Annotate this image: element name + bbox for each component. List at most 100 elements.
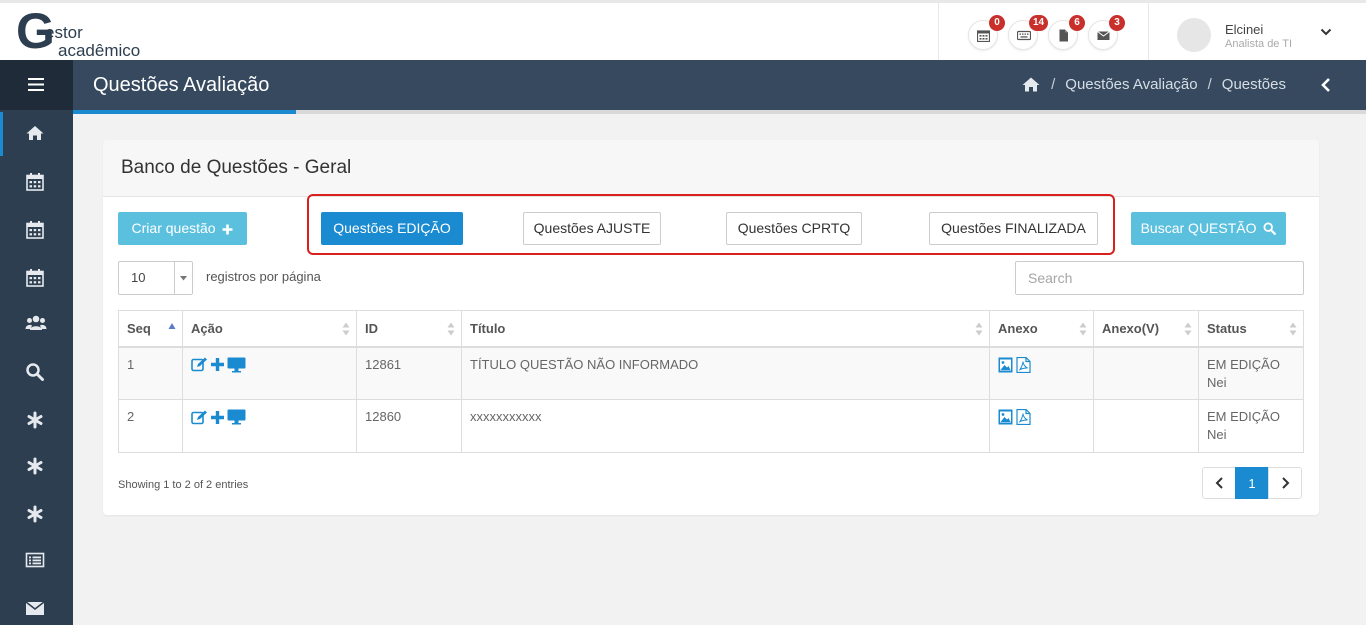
chevron-down-icon[interactable] bbox=[1320, 27, 1332, 37]
card-title: Banco de Questões - Geral bbox=[121, 157, 352, 178]
sidebar-item-asterisk-2[interactable] bbox=[0, 444, 73, 488]
user-avatar[interactable] bbox=[1177, 18, 1211, 52]
user-name[interactable]: Elcinei bbox=[1225, 22, 1263, 37]
pagination-page-button[interactable]: 1 bbox=[1235, 467, 1269, 499]
logo-line2: acadêmico bbox=[58, 41, 141, 60]
page-length-select[interactable]: 10 bbox=[118, 261, 193, 295]
cell-seq: 2 bbox=[118, 399, 183, 453]
notification-badge: 6 bbox=[1069, 15, 1085, 31]
search-question-button[interactable]: Buscar QUESTÃO bbox=[1131, 212, 1286, 245]
pagination-next-button[interactable] bbox=[1268, 467, 1302, 499]
logo-line1: estor bbox=[45, 23, 83, 42]
sort-both-icon bbox=[1079, 322, 1087, 336]
page-header: Questões Avaliação / Questões Avaliação … bbox=[73, 60, 1366, 110]
questions-bank-card: Banco de Questões - Geral Criar questão … bbox=[103, 140, 1319, 515]
status-user: Nei bbox=[1207, 427, 1227, 442]
calendar-icon bbox=[26, 173, 44, 191]
topbar-divider bbox=[938, 3, 939, 60]
desktop-icon[interactable] bbox=[227, 357, 246, 373]
envelope-icon bbox=[1097, 31, 1110, 40]
sidebar-item-calendar-2[interactable] bbox=[0, 208, 73, 252]
calendar-icon bbox=[977, 30, 990, 42]
breadcrumb-current: Questões bbox=[1221, 76, 1286, 93]
sidebar-item-asterisk-1[interactable] bbox=[0, 398, 73, 442]
calendar-icon bbox=[26, 269, 44, 287]
home-icon[interactable] bbox=[1021, 76, 1041, 93]
asterisk-icon bbox=[27, 457, 43, 475]
column-header-anexo[interactable]: Anexo bbox=[989, 310, 1094, 348]
filter-questoes-edicao-button[interactable]: Questões EDIÇÃO bbox=[321, 212, 463, 245]
notification-envelope-button[interactable]: 3 bbox=[1088, 15, 1125, 50]
sidebar bbox=[0, 60, 73, 625]
sidebar-item-list[interactable] bbox=[0, 538, 73, 582]
gestor-academico-logo[interactable]: G estor acadêmico bbox=[16, 5, 166, 60]
status-text: EM EDIÇÃO bbox=[1207, 409, 1280, 424]
cell-titulo: TÍTULO QUESTÃO NÃO INFORMADO bbox=[461, 346, 990, 400]
header-progress-accent bbox=[73, 110, 296, 114]
breadcrumb-separator: / bbox=[1207, 76, 1212, 93]
image-file-icon[interactable] bbox=[998, 357, 1013, 373]
table-row[interactable]: 1 12861 TÍTULO QUESTÃO NÃO INFORMADO EM … bbox=[118, 346, 1304, 400]
desktop-icon[interactable] bbox=[227, 409, 246, 425]
status-text: EM EDIÇÃO bbox=[1207, 356, 1280, 372]
plus-icon[interactable] bbox=[210, 357, 225, 372]
select-divider bbox=[174, 262, 175, 294]
cell-titulo: xxxxxxxxxxx bbox=[461, 399, 990, 453]
image-file-icon[interactable] bbox=[998, 409, 1013, 425]
table-search-input[interactable] bbox=[1015, 261, 1304, 295]
cell-id: 12861 bbox=[356, 346, 462, 400]
pagination-previous-button[interactable] bbox=[1202, 467, 1236, 499]
questions-table: Seq Ação ID Título Anexo Anexo(V) Status… bbox=[118, 310, 1304, 453]
create-question-button[interactable]: Criar questão bbox=[118, 212, 247, 245]
asterisk-icon bbox=[27, 411, 43, 429]
sidebar-item-home[interactable] bbox=[0, 112, 73, 156]
filter-questoes-finalizada-button[interactable]: Questões FINALIZADA bbox=[929, 212, 1098, 245]
pdf-file-icon[interactable] bbox=[1016, 356, 1031, 373]
status-user: Nei bbox=[1207, 374, 1227, 390]
pdf-file-icon[interactable] bbox=[1016, 409, 1031, 425]
cell-anexo-v bbox=[1093, 399, 1199, 453]
menu-toggle-button[interactable] bbox=[0, 60, 73, 110]
sort-both-icon bbox=[1289, 322, 1297, 336]
sort-ascending-icon bbox=[168, 323, 176, 329]
sort-both-icon bbox=[1184, 322, 1192, 336]
column-header-seq[interactable]: Seq bbox=[118, 310, 183, 348]
file-icon bbox=[1059, 29, 1068, 42]
chevron-left-icon[interactable] bbox=[1320, 77, 1332, 93]
caret-down-icon bbox=[180, 276, 187, 281]
users-icon bbox=[25, 315, 47, 330]
home-icon bbox=[26, 126, 44, 140]
breadcrumb-link-questoes-avaliacao[interactable]: Questões Avaliação bbox=[1065, 76, 1197, 93]
table-row[interactable]: 2 12860 xxxxxxxxxxx EM EDIÇÃO Nei bbox=[118, 399, 1304, 453]
sidebar-item-users[interactable] bbox=[0, 302, 73, 346]
sidebar-item-calendar-1[interactable] bbox=[0, 160, 73, 204]
cell-acao bbox=[182, 346, 357, 400]
filter-questoes-cprtq-button[interactable]: Questões CPRTQ bbox=[726, 212, 862, 245]
sidebar-item-search[interactable] bbox=[0, 350, 73, 394]
filter-questoes-ajuste-button[interactable]: Questões AJUSTE bbox=[523, 212, 661, 245]
edit-icon[interactable] bbox=[191, 357, 208, 372]
cell-anexo-v bbox=[1093, 346, 1199, 400]
plus-icon[interactable] bbox=[210, 410, 225, 425]
column-header-id[interactable]: ID bbox=[356, 310, 462, 348]
edit-icon[interactable] bbox=[191, 410, 208, 425]
notification-calendar-button[interactable]: 0 bbox=[968, 15, 1005, 50]
table-info: Showing 1 to 2 of 2 entries bbox=[118, 479, 249, 491]
column-header-acao[interactable]: Ação bbox=[182, 310, 357, 348]
column-header-status[interactable]: Status bbox=[1198, 310, 1304, 348]
notification-keyboard-button[interactable]: 14 bbox=[1008, 15, 1049, 50]
sidebar-item-calendar-3[interactable] bbox=[0, 256, 73, 300]
sidebar-item-asterisk-3[interactable] bbox=[0, 492, 73, 536]
cell-status: EM EDIÇÃO Nei bbox=[1198, 346, 1304, 400]
notification-badge: 3 bbox=[1109, 15, 1125, 31]
breadcrumb: / Questões Avaliação / Questões bbox=[1021, 76, 1286, 93]
column-header-titulo[interactable]: Título bbox=[461, 310, 990, 348]
sort-both-icon bbox=[975, 322, 983, 336]
pagination: 1 bbox=[1202, 467, 1302, 499]
header-progress-bar bbox=[73, 110, 1366, 114]
sidebar-item-envelope[interactable] bbox=[0, 586, 73, 625]
column-header-anexo-v[interactable]: Anexo(V) bbox=[1093, 310, 1199, 348]
list-icon bbox=[25, 552, 45, 568]
notification-file-button[interactable]: 6 bbox=[1048, 15, 1085, 50]
card-header: Banco de Questões - Geral bbox=[103, 140, 1319, 197]
